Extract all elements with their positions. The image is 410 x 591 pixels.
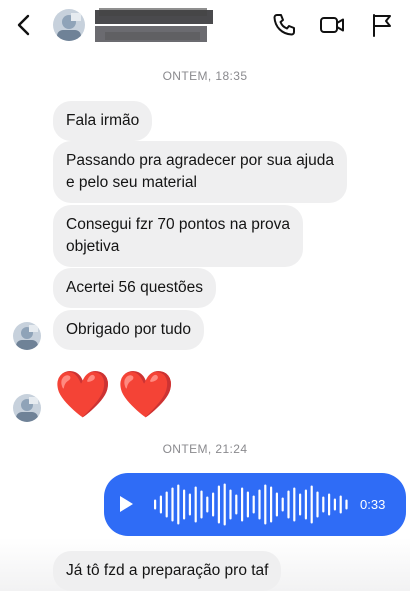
waveform-bar [217,485,220,524]
message-text: Passando pra agradecer por sua ajuda [66,152,334,169]
waveform-bar [275,492,278,517]
waveform-bar [316,491,319,518]
waveform-bar [154,499,157,510]
waveform-bar [304,489,307,520]
message-bubble[interactable]: Obrigado por tudo [53,310,204,350]
message-bubble[interactable]: Consegui fzr 70 pontos na prova objetiva [53,205,304,267]
waveform-bar [159,495,162,514]
chat-header [0,0,410,52]
message-text: objetiva [66,238,120,255]
waveform-bar [235,494,238,515]
message-bubble[interactable]: Acertei 56 questões [53,268,217,308]
waveform-bar [177,484,180,525]
waveform-bar [310,485,313,524]
waveform-bar [281,497,284,512]
message-bubble[interactable]: Passando pra agradecer por sua ajuda e p… [53,141,347,203]
message-text: Consegui fzr 70 pontos na prova [66,216,291,233]
voice-duration: 0:33 [360,497,386,512]
waveform-bar [165,491,168,518]
waveform-bar [293,487,296,522]
message-text: Fala irmão [66,112,140,129]
timestamp-divider: ONTEM, 18:35 [162,69,248,83]
heart-emoji-message[interactable]: ❤️❤️ [54,368,181,420]
sender-avatar[interactable] [13,322,41,350]
video-camera-icon[interactable] [318,11,346,39]
waveform-bar [264,484,267,525]
waveform-bar [183,489,186,520]
timestamp-divider: ONTEM, 21:24 [162,442,248,456]
waveform-bar [246,491,249,518]
play-icon[interactable] [120,496,133,512]
message-text: e pelo seu material [66,174,197,191]
waveform[interactable] [152,482,352,527]
waveform-bar [241,487,244,522]
waveform-bar [287,490,290,519]
sender-avatar[interactable] [13,394,41,422]
message-text: Já tô fzd a preparação pro taf [66,562,269,579]
flag-icon[interactable] [368,11,396,39]
waveform-bar [345,499,348,510]
waveform-bar [206,496,209,513]
waveform-bar [252,495,255,514]
chevron-left-icon[interactable] [12,10,38,40]
waveform-bar [200,490,203,519]
waveform-bar [258,489,261,520]
waveform-bar [339,495,342,514]
waveform-bar [333,498,336,511]
contact-name-redacted[interactable] [95,6,225,46]
contact-avatar[interactable] [53,9,85,41]
waveform-bar [194,486,197,523]
message-text: Obrigado por tudo [66,321,191,338]
waveform-bar [322,496,325,513]
voice-message[interactable]: 0:33 [104,473,406,536]
waveform-bar [188,493,191,516]
message-bubble[interactable]: Já tô fzd a preparação pro taf [53,551,282,591]
waveform-bar [270,486,273,523]
waveform-bar [328,493,331,516]
waveform-bar [229,489,232,520]
message-bubble[interactable]: Fala irmão [53,101,153,141]
waveform-bar [212,492,215,517]
message-text: Acertei 56 questões [66,279,204,296]
heart-emoji: ❤️❤️ [54,368,181,420]
waveform-bar [299,493,302,516]
waveform-bar [223,483,226,526]
phone-icon[interactable] [270,11,298,39]
waveform-bar [171,487,174,522]
